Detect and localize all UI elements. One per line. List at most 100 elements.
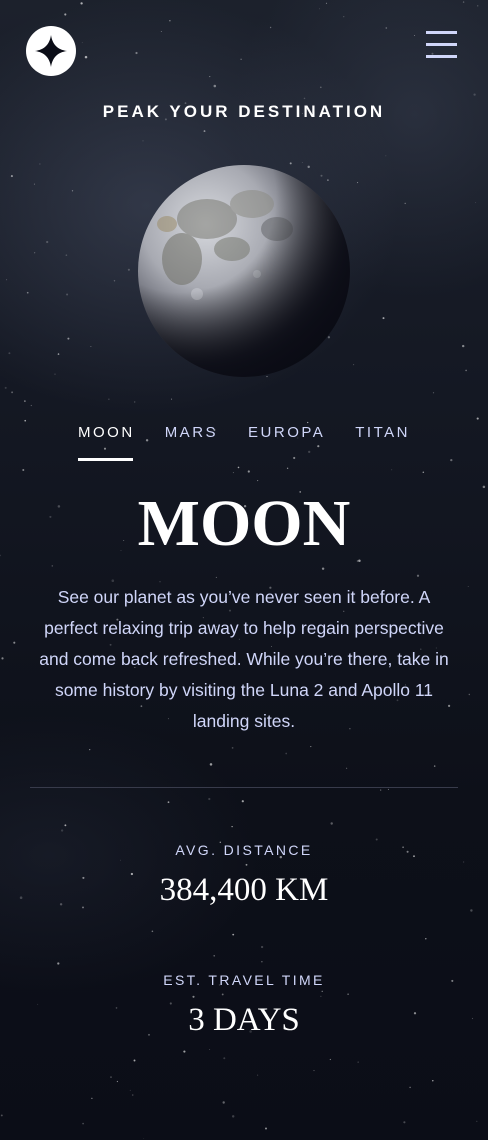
star-dot bbox=[375, 838, 378, 841]
star-dot bbox=[143, 1137, 145, 1139]
star-dot bbox=[127, 268, 130, 271]
star-dot bbox=[60, 829, 64, 832]
star-dot bbox=[468, 693, 470, 696]
star-dot bbox=[257, 1074, 259, 1076]
star-dot bbox=[231, 747, 234, 749]
star-dot bbox=[310, 746, 312, 748]
star-dot bbox=[385, 155, 387, 157]
star-dot bbox=[433, 765, 436, 767]
star-dot bbox=[8, 352, 11, 355]
star-dot bbox=[26, 291, 29, 294]
star-dot bbox=[134, 401, 136, 403]
star-dot bbox=[33, 183, 35, 185]
star-dot bbox=[133, 1059, 136, 1062]
star-dot bbox=[465, 369, 467, 372]
tab-titan[interactable]: TITAN bbox=[355, 420, 410, 461]
star-dot bbox=[382, 317, 385, 320]
star-dot bbox=[131, 1094, 134, 1096]
star-dot bbox=[64, 824, 67, 827]
star-dot bbox=[24, 400, 26, 402]
star-dot bbox=[467, 586, 469, 587]
star-dot bbox=[237, 466, 240, 469]
star-dot bbox=[357, 1061, 359, 1063]
star-dot bbox=[425, 938, 427, 940]
star-dot bbox=[265, 1127, 267, 1130]
star-dot bbox=[65, 254, 68, 257]
tab-europa[interactable]: EUROPA bbox=[248, 420, 325, 461]
moon-planet-image bbox=[138, 165, 350, 377]
tab-mars[interactable]: MARS bbox=[165, 420, 218, 461]
star-dot bbox=[203, 130, 206, 133]
star-dot bbox=[357, 182, 359, 184]
star-dot bbox=[330, 822, 333, 825]
planet-description: See our planet as you’ve never seen it b… bbox=[39, 587, 449, 731]
star-dot bbox=[209, 763, 213, 766]
star-dot bbox=[241, 800, 244, 803]
stat-label: AVG. DISTANCE bbox=[175, 842, 313, 858]
star-dot bbox=[285, 752, 288, 755]
star-dot bbox=[4, 386, 7, 389]
star-dot bbox=[10, 175, 13, 178]
star-dot bbox=[432, 1079, 434, 1082]
star-dot bbox=[403, 1121, 406, 1124]
star-dot bbox=[66, 293, 69, 296]
star-dot bbox=[353, 364, 355, 366]
star-dot bbox=[416, 574, 420, 577]
star-dot bbox=[313, 1070, 315, 1072]
star-dot bbox=[261, 961, 263, 963]
star-dot bbox=[22, 468, 25, 472]
star-dot bbox=[0, 1114, 3, 1117]
logo-icon[interactable] bbox=[26, 26, 76, 76]
star-dot bbox=[387, 788, 389, 790]
star-dot bbox=[34, 252, 36, 254]
star-dot bbox=[232, 933, 235, 936]
star-dot bbox=[321, 567, 325, 570]
star-dot bbox=[113, 280, 116, 282]
star-dot bbox=[475, 202, 477, 204]
star-dot bbox=[470, 909, 473, 912]
destination-tabs: MOON MARS EUROPA TITAN bbox=[0, 420, 488, 461]
page-heading-text: PEAK YOUR DESTINATION bbox=[102, 102, 386, 121]
star-dot bbox=[57, 353, 60, 355]
star-dot bbox=[209, 1048, 211, 1051]
star-dot bbox=[208, 797, 211, 801]
hamburger-menu-icon[interactable] bbox=[426, 31, 457, 59]
star-dot bbox=[232, 472, 234, 474]
star-dot bbox=[54, 373, 56, 375]
star-dot bbox=[1, 657, 4, 660]
star-dot bbox=[432, 392, 435, 394]
star-dot bbox=[51, 565, 54, 567]
star-dot bbox=[171, 398, 173, 400]
page-heading: PEAK YOUR DESTINATION bbox=[0, 102, 488, 122]
star-dot bbox=[110, 1076, 112, 1078]
star-dot bbox=[57, 962, 60, 965]
star-dot bbox=[257, 480, 259, 482]
star-dot bbox=[286, 467, 289, 469]
stat-value: 384,400 KM bbox=[159, 872, 329, 908]
star-dot bbox=[301, 162, 303, 163]
star-dot bbox=[30, 404, 32, 407]
star-dot bbox=[67, 337, 70, 340]
planet-name: MOON bbox=[137, 487, 351, 560]
star-dot bbox=[82, 1122, 84, 1125]
star-dot bbox=[91, 1097, 93, 1099]
star-dot bbox=[222, 1101, 225, 1104]
star-dot bbox=[13, 641, 16, 644]
star-dot bbox=[215, 576, 217, 578]
site-header bbox=[0, 0, 488, 100]
star-dot bbox=[213, 954, 216, 957]
star-dot bbox=[6, 279, 8, 281]
star-dot bbox=[380, 789, 382, 791]
star-dot bbox=[116, 1080, 119, 1083]
star-dot bbox=[71, 190, 74, 192]
stat-avg-distance: AVG. DISTANCE 384,400 KM bbox=[0, 842, 488, 909]
star-dot bbox=[476, 1120, 478, 1123]
star-dot bbox=[108, 398, 110, 400]
star-dot bbox=[142, 140, 144, 142]
star-dot bbox=[231, 825, 233, 828]
star-dot bbox=[422, 471, 425, 473]
tab-moon[interactable]: MOON bbox=[78, 420, 135, 461]
star-dot bbox=[129, 1089, 131, 1091]
star-dot bbox=[247, 470, 250, 473]
star-dot bbox=[409, 1086, 411, 1089]
